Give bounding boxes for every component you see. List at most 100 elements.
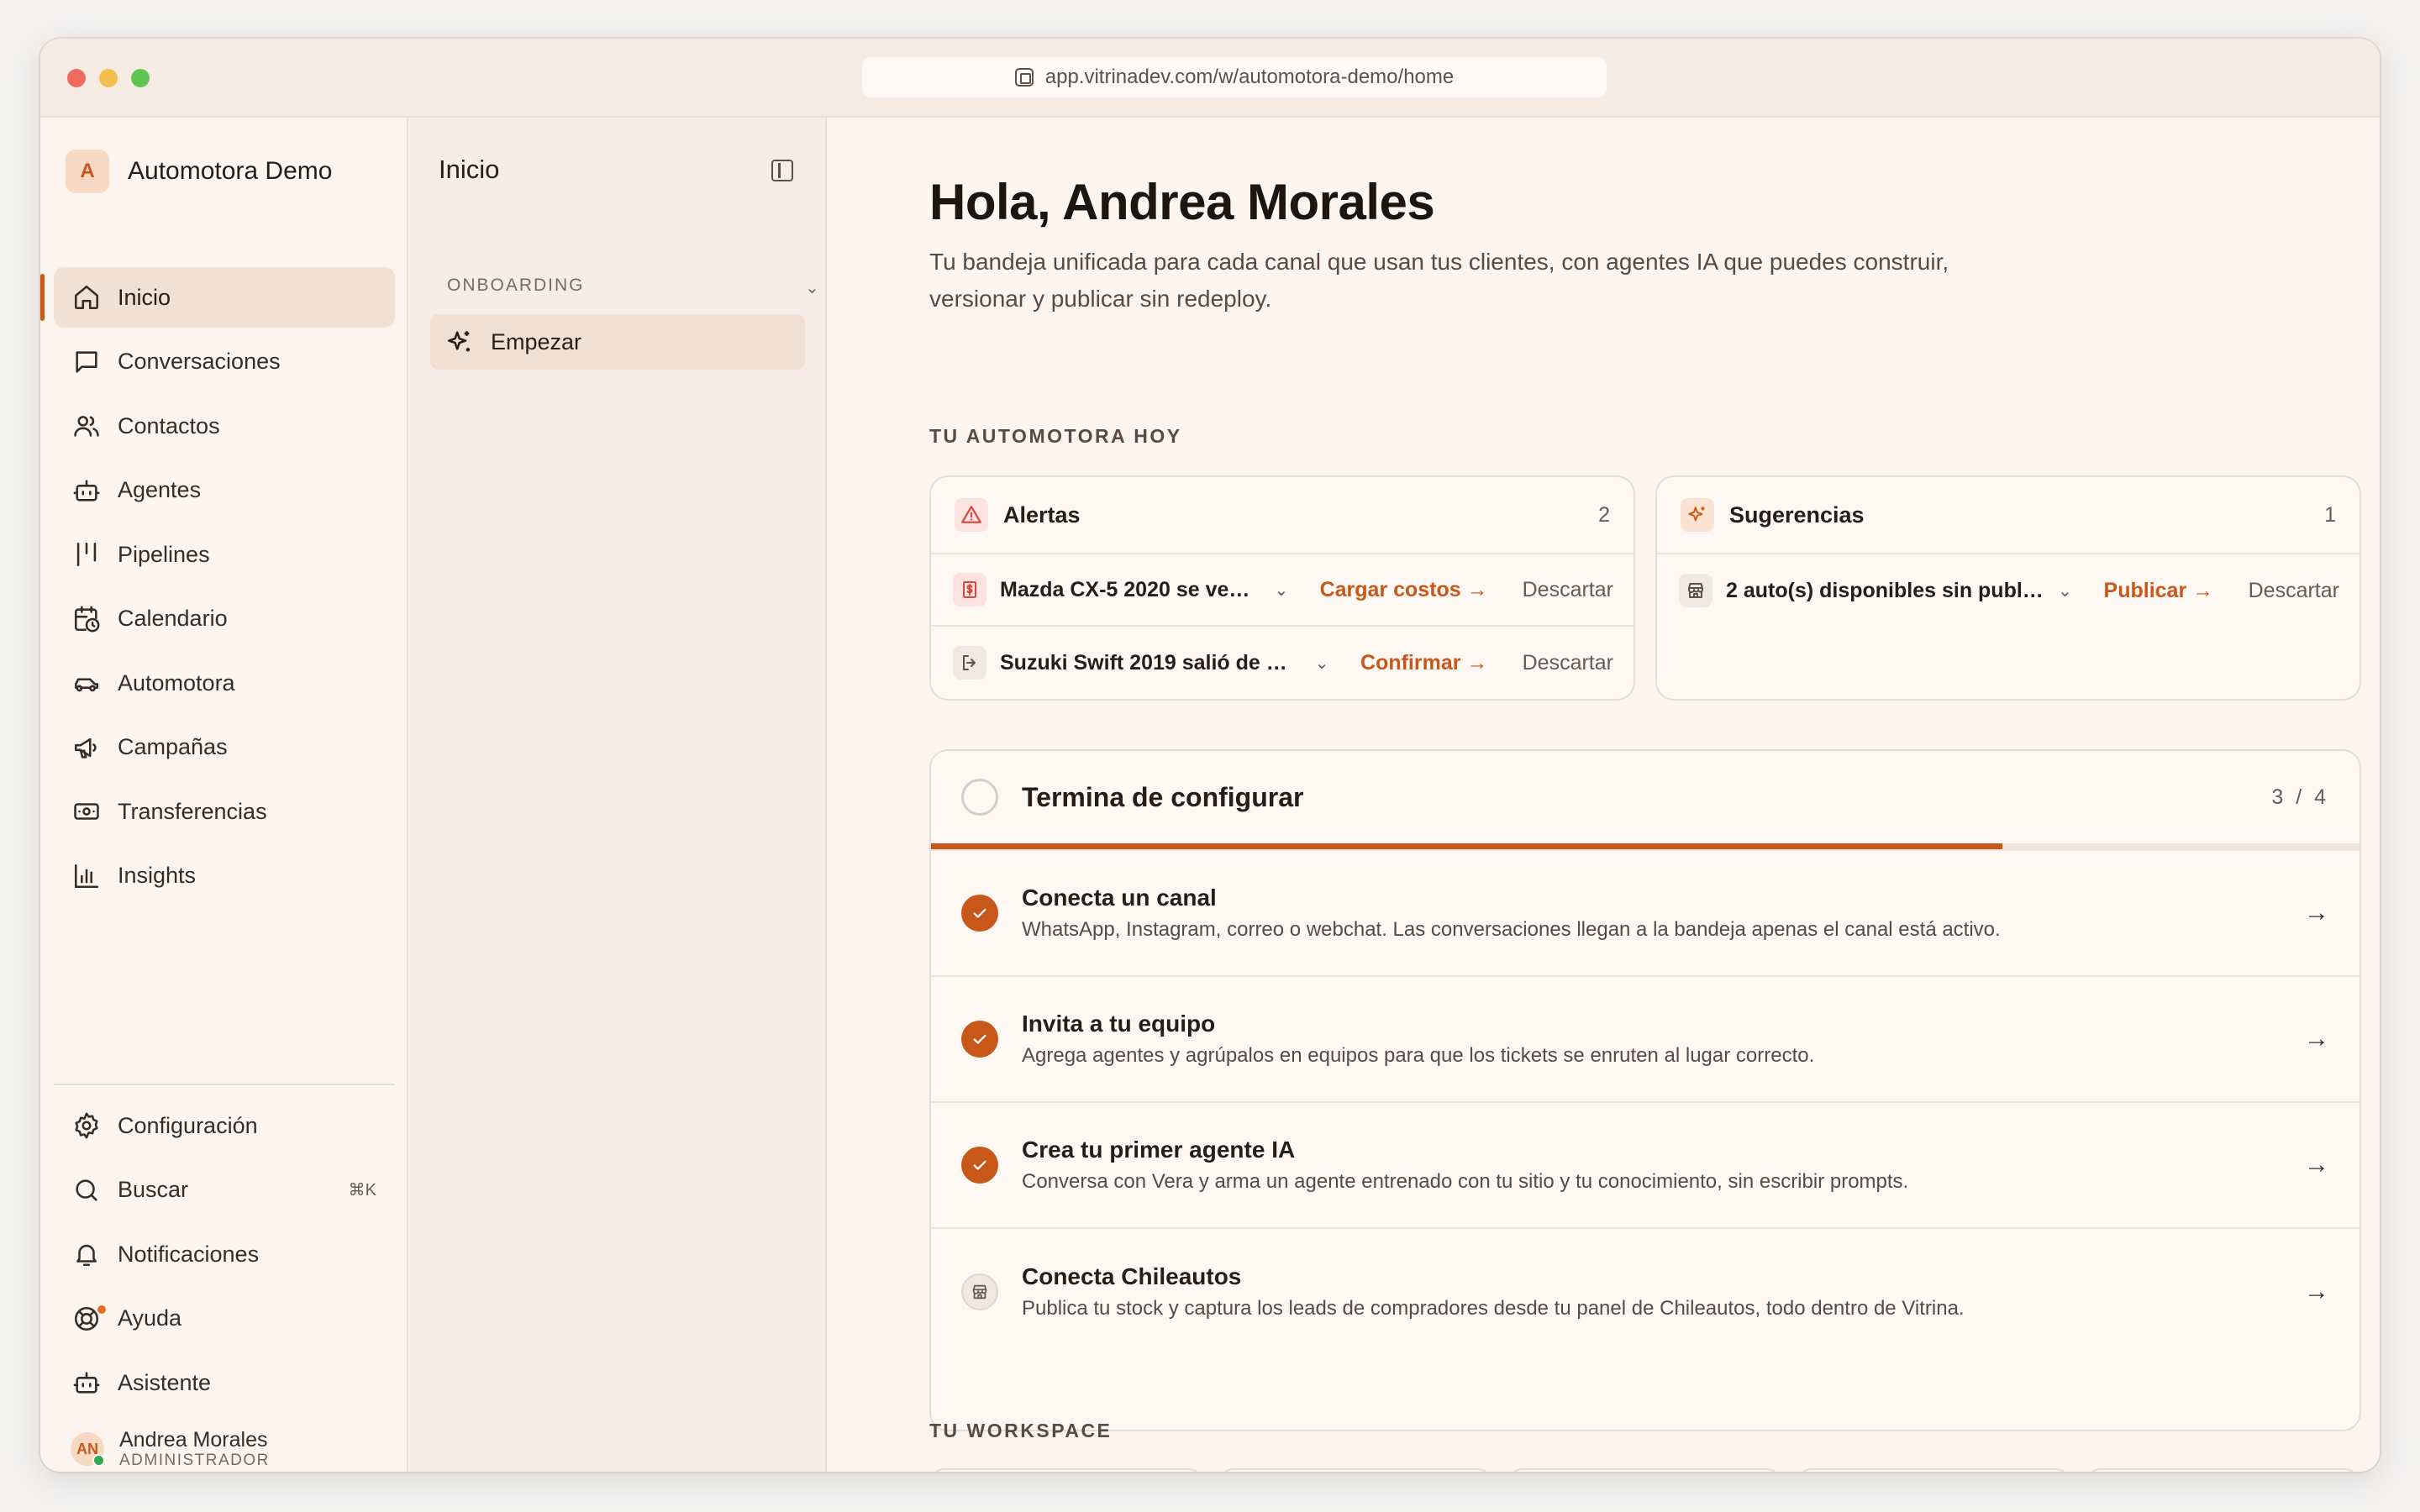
workspace-stat-card[interactable] [1797,1468,2070,1472]
sidebar-item-contactos[interactable]: Contactos [54,396,395,456]
alert-row[interactable]: Suzuki Swift 2019 salió de Mer… ⌄ Confir… [931,627,1634,699]
sidebar-item-configuracion[interactable]: Configuración [54,1095,395,1156]
task-title: Crea tu primer agente IA [1022,1137,1296,1163]
arrow-right-icon: → [2304,1025,2329,1053]
secondary-pane: Inicio ONBOARDING ⌄ Empezar [410,118,827,1472]
alerts-count: 2 [1598,502,1610,527]
minimize-window-button[interactable] [99,69,118,87]
sidebar-item-label: Contactos [118,412,220,438]
dismiss-button[interactable]: Descartar [1523,651,1613,675]
workspace-stat-card[interactable] [2086,1468,2360,1472]
suggestion-row[interactable]: 2 auto(s) disponibles sin publicar ⌄ Pub… [1657,554,2360,627]
chevron-down-icon[interactable]: ⌄ [805,277,819,298]
main-content: Hola, Andrea Morales Tu bandeja unificad… [829,118,2380,1472]
bot-icon [72,476,101,505]
workspace-stat-card[interactable] [929,1468,1203,1472]
sidebar-item-conversaciones[interactable]: Conversaciones [54,332,395,392]
arrow-right-icon: → [2304,1278,2329,1305]
task-description: Publica tu stock y captura los leads de … [1022,1297,1965,1320]
sidebar-item-pipelines[interactable]: Pipelines [54,524,395,585]
gear-icon [72,1111,101,1140]
browser-titlebar: app.vitrinadev.com/w/automotora-demo/hom… [40,39,2380,118]
workspace-switcher[interactable]: A Automotora Demo [66,150,332,193]
sidebar-item-ayuda[interactable]: Ayuda [54,1289,395,1349]
kanban-icon [72,540,101,569]
sidebar-item-label: Pipelines [118,541,210,567]
calendar-icon [72,605,101,633]
store-icon [961,1273,998,1310]
sidebar-item-notificaciones[interactable]: Notificaciones [54,1224,395,1284]
chevron-down-icon[interactable]: ⌄ [2058,580,2072,601]
sidebar-item-label: Ayuda [118,1305,182,1331]
check-icon [961,1147,998,1184]
alerts-title: Alertas [1003,501,1081,528]
sidebar-item-agentes[interactable]: Agentes [54,460,395,521]
dismiss-button[interactable]: Descartar [1523,578,1613,602]
collapse-pane-icon[interactable] [771,160,793,181]
search-icon [72,1176,101,1205]
arrow-right-icon: → [2304,899,2329,927]
page-subtitle: Tu bandeja unificada para cada canal que… [929,249,1949,312]
sidebar-item-asistente[interactable]: Asistente [54,1352,395,1413]
sidebar-nav: Inicio Conversaciones Contactos Agentes … [40,267,395,910]
sidebar-item-label: Conversaciones [118,349,281,374]
sidebar-bottom-nav: Configuración Buscar ⌘K Notificaciones A… [54,1084,395,1417]
pane-section-header[interactable]: ONBOARDING [447,276,585,296]
alert-text: Suzuki Swift 2019 salió de Mer… [1000,650,1302,675]
pane-title: Inicio [439,155,500,184]
setup-progress-fill [931,843,2002,849]
pane-item-label: Empezar [491,328,582,354]
help-notification-dot [97,1305,106,1314]
sidebar-item-inicio[interactable]: Inicio [40,267,395,328]
sidebar-item-campanas[interactable]: Campañas [54,717,395,778]
suggestions-card-header: Sugerencias 1 [1657,477,2360,554]
users-icon [72,412,101,440]
dismiss-button[interactable]: Descartar [2249,579,2339,603]
workspace-stat-card[interactable] [1218,1468,1492,1472]
workspace-stat-card[interactable] [1507,1468,1781,1472]
alerts-card: Alertas 2 Mazda CX-5 2020 se vendi… ⌄ Ca… [929,475,1635,701]
suggestions-count: 1 [2324,502,2336,527]
check-icon [961,1021,998,1058]
user-profile[interactable]: AN Andrea Morales ADMINISTRADOR [71,1428,270,1470]
task-title: Conecta Chileautos [1022,1263,1242,1289]
task-invite-team[interactable]: Invita a tu equipo Agrega agentes y agrú… [931,977,2360,1103]
task-connect-channel[interactable]: Conecta un canal WhatsApp, Instagram, co… [931,851,2360,977]
sidebar-item-insights[interactable]: Insights [54,846,395,906]
bar-chart-icon [72,862,101,890]
alerts-card-header: Alertas 2 [931,477,1634,554]
check-icon [961,895,998,932]
workspace-avatar: A [66,150,109,193]
sidebar-item-buscar[interactable]: Buscar ⌘K [54,1160,395,1221]
suggestion-text: 2 auto(s) disponibles sin publicar [1726,578,2045,602]
banknote-icon [72,797,101,826]
alert-row[interactable]: Mazda CX-5 2020 se vendi… ⌄ Cargar costo… [931,554,1634,627]
close-window-button[interactable] [67,69,86,87]
load-costs-button[interactable]: Cargar costos → [1320,578,1488,602]
maximize-window-button[interactable] [131,69,150,87]
sidebar-item-label: Automotora [118,669,235,696]
setup-count: 3 / 4 [2271,785,2329,809]
user-role: ADMINISTRADOR [119,1452,270,1469]
suggestions-title: Sugerencias [1729,501,1865,528]
progress-ring-icon [961,779,998,816]
pane-item-empezar[interactable]: Empezar [430,314,805,370]
app-window: app.vitrinadev.com/w/automotora-demo/hom… [40,39,2380,1472]
task-create-ai-agent[interactable]: Crea tu primer agente IA Conversa con Ve… [931,1103,2360,1229]
confirm-button[interactable]: Confirmar → [1360,651,1487,675]
task-description: Agrega agentes y agrúpalos en equipos pa… [1022,1044,1815,1067]
chevron-down-icon[interactable]: ⌄ [1274,580,1288,601]
chevron-down-icon[interactable]: ⌄ [1315,653,1329,674]
task-title: Invita a tu equipo [1022,1011,1216,1037]
search-shortcut: ⌘K [348,1181,376,1200]
setup-header[interactable]: Termina de configurar 3 / 4 [931,751,2360,843]
sidebar-item-transferencias[interactable]: Transferencias [54,781,395,842]
task-connect-chileautos[interactable]: Conecta Chileautos Publica tu stock y ca… [931,1229,2360,1355]
sidebar-item-label: Campañas [118,734,228,759]
address-bar[interactable]: app.vitrinadev.com/w/automotora-demo/hom… [862,57,1607,97]
sidebar-item-automotora[interactable]: Automotora [54,653,395,713]
sidebar-item-calendario[interactable]: Calendario [54,589,395,649]
site-info-icon[interactable] [1014,68,1034,87]
publish-button[interactable]: Publicar → [2104,579,2214,603]
lifebuoy-icon [72,1305,101,1333]
